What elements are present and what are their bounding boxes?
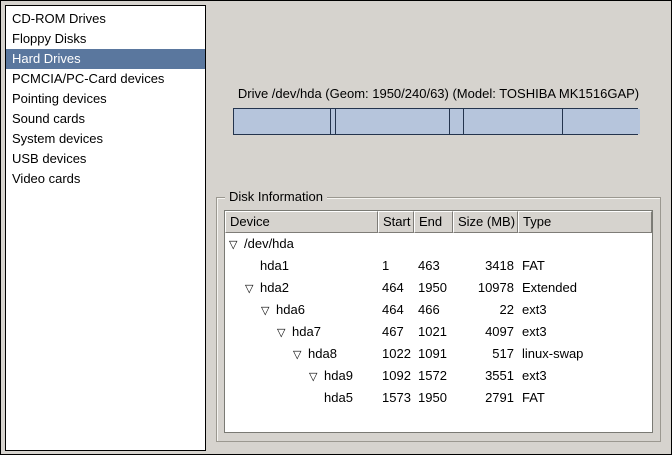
type-cell: Extended	[518, 277, 652, 299]
column-header-size-mb[interactable]: Size (MB)	[453, 211, 518, 233]
device-cell: ▽hda8	[225, 343, 378, 365]
type-cell: FAT	[518, 255, 652, 277]
tree-expander-icon[interactable]: ▽	[245, 278, 260, 299]
start-cell	[378, 233, 414, 255]
size-cell: 10978	[453, 277, 518, 299]
size-cell: 22	[453, 299, 518, 321]
table-row-hda8[interactable]: ▽hda810221091517linux-swap	[225, 343, 652, 365]
partition-segment-hda9	[463, 109, 562, 134]
type-cell: linux-swap	[518, 343, 652, 365]
start-cell: 467	[378, 321, 414, 343]
main-panel: Drive /dev/hda (Geom: 1950/240/63) (Mode…	[216, 1, 661, 455]
sidebar-item-cd-rom-drives[interactable]: CD-ROM Drives	[6, 9, 205, 29]
table-row-dev-hda[interactable]: ▽/dev/hda	[225, 233, 652, 255]
type-cell: ext3	[518, 365, 652, 387]
type-cell: FAT	[518, 387, 652, 409]
end-cell: 1572	[414, 365, 453, 387]
device-label: hda1	[260, 258, 289, 273]
sidebar-item-usb-devices[interactable]: USB devices	[6, 149, 205, 169]
sidebar-item-sound-cards[interactable]: Sound cards	[6, 109, 205, 129]
disk-information-frame-title: Disk Information	[225, 189, 327, 204]
partition-segment-hda2	[330, 109, 637, 134]
device-cell: hda1	[225, 255, 378, 277]
partition-segment-hda5	[562, 109, 640, 134]
start-cell: 464	[378, 277, 414, 299]
device-label: hda7	[292, 324, 321, 339]
device-label: hda6	[276, 302, 305, 317]
size-cell: 4097	[453, 321, 518, 343]
column-header-type[interactable]: Type	[518, 211, 652, 233]
type-cell: ext3	[518, 321, 652, 343]
size-cell: 3551	[453, 365, 518, 387]
device-label: hda5	[324, 390, 353, 405]
type-cell	[518, 233, 652, 255]
size-cell: 2791	[453, 387, 518, 409]
end-cell	[414, 233, 453, 255]
table-row-hda1[interactable]: hda1 14633418FAT	[225, 255, 652, 277]
size-cell: 517	[453, 343, 518, 365]
start-cell: 1573	[378, 387, 414, 409]
table-row-hda9[interactable]: ▽hda9109215723551ext3	[225, 365, 652, 387]
size-cell	[453, 233, 518, 255]
end-cell: 1091	[414, 343, 453, 365]
disk-table-body: ▽/dev/hdahda114633418FAT▽hda246419501097…	[225, 233, 652, 432]
sidebar-item-pcmcia-pc-card-devices[interactable]: PCMCIA/PC-Card devices	[6, 69, 205, 89]
end-cell: 1950	[414, 277, 453, 299]
start-cell: 1	[378, 255, 414, 277]
hardware-browser-window: CD-ROM DrivesFloppy DisksHard DrivesPCMC…	[0, 0, 672, 455]
table-row-hda6[interactable]: ▽hda646446622ext3	[225, 299, 652, 321]
table-row-hda5[interactable]: hda5 157319502791FAT	[225, 387, 652, 409]
device-label: hda8	[308, 346, 337, 361]
device-cell: hda5	[225, 387, 378, 409]
end-cell: 1950	[414, 387, 453, 409]
device-cell: ▽/dev/hda	[225, 233, 378, 255]
end-cell: 463	[414, 255, 453, 277]
device-label: hda2	[260, 280, 289, 295]
disk-information-frame: Disk Information DeviceStartEndSize (MB)…	[216, 197, 661, 442]
tree-expander-icon[interactable]: ▽	[293, 344, 308, 365]
start-cell: 1092	[378, 365, 414, 387]
sidebar-item-hard-drives[interactable]: Hard Drives	[6, 49, 205, 69]
start-cell: 464	[378, 299, 414, 321]
partition-segment-hda1	[234, 109, 330, 134]
device-label: /dev/hda	[244, 236, 294, 251]
device-cell: ▽hda2	[225, 277, 378, 299]
device-cell: ▽hda9	[225, 365, 378, 387]
column-header-end[interactable]: End	[414, 211, 453, 233]
column-header-start[interactable]: Start	[378, 211, 414, 233]
sidebar-item-floppy-disks[interactable]: Floppy Disks	[6, 29, 205, 49]
sidebar-item-video-cards[interactable]: Video cards	[6, 169, 205, 189]
partition-segment-hda7	[335, 109, 449, 134]
tree-expander-icon[interactable]: ▽	[229, 234, 244, 255]
end-cell: 1021	[414, 321, 453, 343]
column-header-device[interactable]: Device	[225, 211, 378, 233]
sidebar-item-system-devices[interactable]: System devices	[6, 129, 205, 149]
sidebar-item-pointing-devices[interactable]: Pointing devices	[6, 89, 205, 109]
drive-title: Drive /dev/hda (Geom: 1950/240/63) (Mode…	[216, 86, 661, 101]
disk-table-header: DeviceStartEndSize (MB)Type	[225, 211, 652, 233]
table-row-hda2[interactable]: ▽hda2464195010978Extended	[225, 277, 652, 299]
start-cell: 1022	[378, 343, 414, 365]
end-cell: 466	[414, 299, 453, 321]
size-cell: 3418	[453, 255, 518, 277]
partition-segment-hda8	[449, 109, 463, 134]
disk-table: DeviceStartEndSize (MB)Type ▽/dev/hdahda…	[224, 210, 653, 433]
tree-expander-icon[interactable]: ▽	[309, 366, 324, 387]
partition-bar	[233, 108, 638, 135]
tree-expander-icon[interactable]: ▽	[261, 300, 276, 321]
table-row-hda7[interactable]: ▽hda746710214097ext3	[225, 321, 652, 343]
device-cell: ▽hda7	[225, 321, 378, 343]
type-cell: ext3	[518, 299, 652, 321]
tree-expander-icon[interactable]: ▽	[277, 322, 292, 343]
device-cell: ▽hda6	[225, 299, 378, 321]
device-category-list: CD-ROM DrivesFloppy DisksHard DrivesPCMC…	[5, 5, 206, 451]
device-label: hda9	[324, 368, 353, 383]
